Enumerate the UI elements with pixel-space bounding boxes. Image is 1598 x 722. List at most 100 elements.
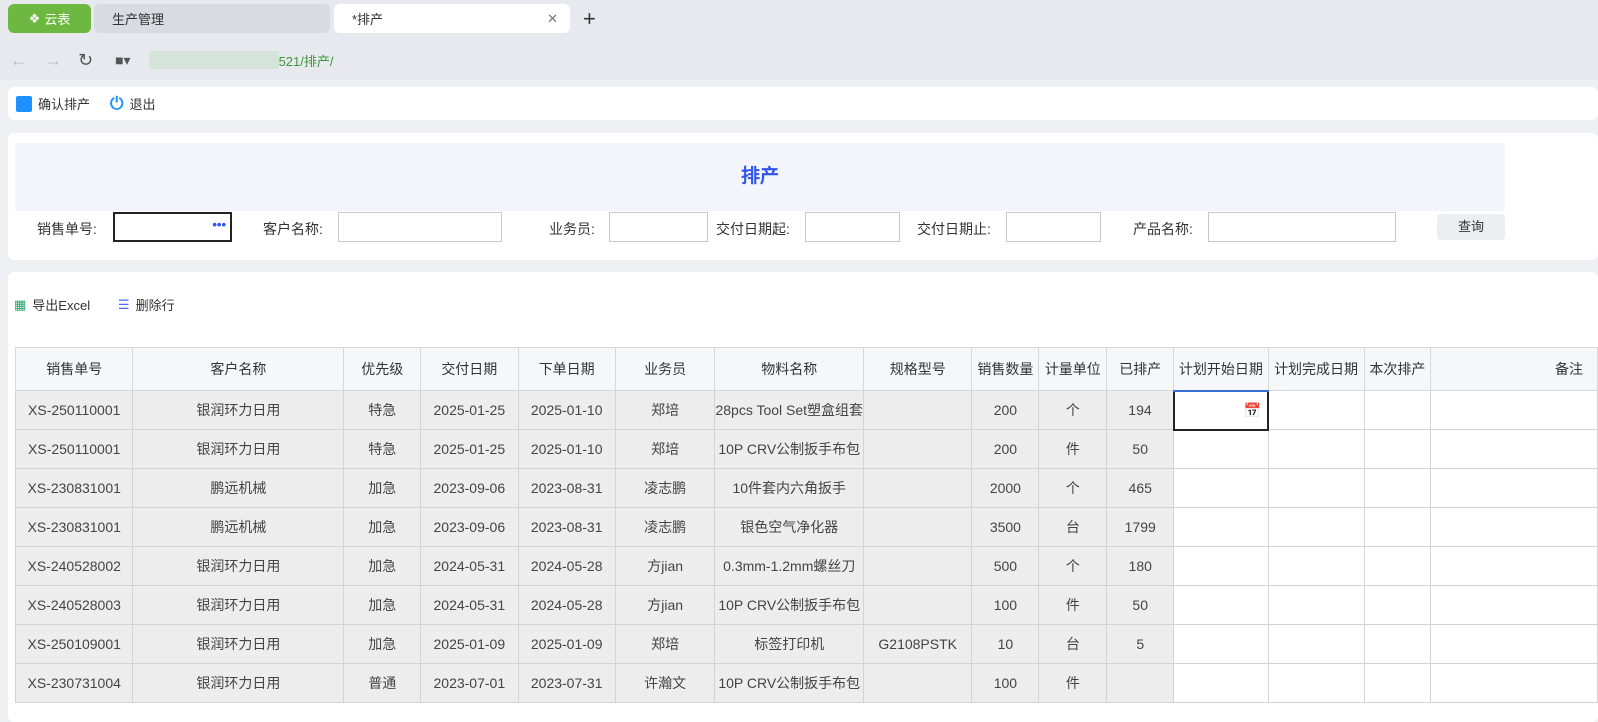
new-tab-button[interactable]: + — [583, 6, 596, 32]
column-header[interactable]: 下单日期 — [517, 347, 616, 391]
editable-cell[interactable]: 📅 — [1172, 389, 1270, 431]
editable-cell[interactable] — [1363, 663, 1432, 703]
editable-cell[interactable] — [1363, 429, 1432, 469]
calendar-icon[interactable]: 📅 — [1244, 402, 1266, 418]
table-row[interactable]: XS-230831001 鹏远机械 加急 2023-09-06 2023-08-31 凌志… — [14, 468, 1598, 508]
editable-cell[interactable] — [1363, 390, 1432, 430]
delete-row-button[interactable]: ☰ 删除行 — [118, 295, 175, 314]
editable-cell[interactable] — [1173, 468, 1269, 508]
logo-icon: ❖ — [28, 10, 41, 26]
column-header[interactable]: 业务员 — [614, 347, 716, 391]
column-header[interactable]: 交付日期 — [420, 347, 519, 391]
reload-icon[interactable]: ↻ — [78, 50, 93, 71]
editable-cell[interactable] — [1363, 624, 1432, 664]
editable-cell[interactable] — [1173, 624, 1269, 664]
editable-cell[interactable] — [1267, 390, 1365, 430]
editable-cell[interactable] — [1363, 546, 1432, 586]
query-button[interactable]: 查询 — [1437, 214, 1505, 240]
editable-cell[interactable] — [1363, 507, 1432, 547]
table-cell: 3500 — [971, 507, 1040, 547]
export-excel-button[interactable]: ▦ 导出Excel — [14, 295, 90, 314]
save-icon — [16, 95, 32, 112]
date-to-label: 交付日期止: — [917, 221, 991, 237]
column-header[interactable]: 本次排产 — [1363, 347, 1432, 391]
column-header[interactable]: 计量单位 — [1038, 347, 1108, 391]
salesman-input[interactable] — [609, 212, 708, 242]
table-cell: 10件套内六角扳手 — [714, 468, 865, 508]
table-cell: 50 — [1106, 429, 1175, 469]
table-row[interactable]: XS-240528002 银润环力日用 加急 2024-05-31 2024-05-28… — [14, 546, 1598, 586]
table-row[interactable]: XS-240528003 银润环力日用 加急 2024-05-31 2024-05-28… — [14, 585, 1598, 625]
editable-cell[interactable] — [1267, 429, 1365, 469]
table-cell: XS-250110001 — [14, 429, 134, 469]
table-row[interactable]: XS-250109001 银润环力日用 加急 2025-01-09 2025-01-09… — [14, 624, 1598, 664]
editable-cell[interactable] — [1430, 429, 1598, 469]
editable-cell[interactable] — [1267, 546, 1365, 586]
editable-cell[interactable] — [1267, 624, 1365, 664]
table-cell: 2023-09-06 — [420, 468, 519, 508]
column-header[interactable]: 优先级 — [343, 347, 422, 391]
exit-button[interactable]: ⏻ 退出 — [110, 94, 155, 114]
table-row[interactable]: XS-230731004 银润环力日用 普通 2023-07-01 2023-07-31… — [14, 663, 1598, 703]
url-text[interactable]: 521/排产/ — [279, 51, 334, 70]
editable-cell[interactable] — [1173, 507, 1269, 547]
editable-cell[interactable] — [1430, 663, 1598, 703]
tab-production[interactable]: 生产管理 — [94, 4, 330, 33]
table-cell: 加急 — [343, 624, 422, 664]
table-row[interactable]: XS-250110001 银润环力日用 特急 2025-01-25 2025-01-10… — [14, 429, 1598, 469]
column-header[interactable]: 销售单号 — [14, 347, 134, 391]
editable-cell[interactable] — [1267, 585, 1365, 625]
table-cell: 个 — [1038, 546, 1108, 586]
forward-icon[interactable]: → — [44, 50, 62, 71]
editable-cell[interactable] — [1430, 468, 1598, 508]
apps-icon[interactable]: ■▾ — [115, 52, 130, 69]
back-icon[interactable]: ← — [10, 50, 28, 71]
column-header[interactable]: 计划完成日期 — [1267, 347, 1365, 391]
column-header[interactable]: 已排产 — [1106, 347, 1175, 391]
more-icon[interactable]: ••• — [212, 217, 226, 232]
confirm-button[interactable]: 确认排产 — [16, 94, 90, 113]
table-row[interactable]: XS-250110001 银润环力日用 特急 2025-01-25 2025-01-10… — [14, 389, 1598, 431]
table-cell: 台 — [1038, 507, 1108, 547]
editable-cell[interactable] — [1173, 663, 1269, 703]
column-header[interactable]: 物料名称 — [714, 347, 865, 391]
tab-home[interactable]: ❖ 云表 — [8, 4, 91, 33]
editable-cell[interactable] — [1363, 468, 1432, 508]
editable-cell[interactable] — [1363, 585, 1432, 625]
power-icon: ⏻ — [110, 93, 124, 113]
column-header[interactable]: 备注 — [1430, 347, 1598, 391]
date-from-input[interactable] — [805, 212, 900, 242]
editable-cell[interactable] — [1430, 507, 1598, 547]
editable-cell[interactable] — [1267, 468, 1365, 508]
excel-icon: ▦ — [14, 296, 27, 312]
column-header[interactable]: 销售数量 — [971, 347, 1040, 391]
date-to-input[interactable] — [1006, 212, 1101, 242]
column-header[interactable]: 客户名称 — [132, 347, 345, 391]
close-icon[interactable]: ✕ — [547, 11, 558, 27]
editable-cell[interactable] — [1430, 585, 1598, 625]
table-cell: XS-230831001 — [14, 507, 134, 547]
column-header[interactable]: 规格型号 — [863, 347, 973, 391]
product-input[interactable] — [1208, 212, 1396, 242]
editable-cell[interactable] — [1173, 585, 1269, 625]
editable-cell[interactable] — [1173, 546, 1269, 586]
editable-cell[interactable] — [1430, 624, 1598, 664]
editable-cell[interactable] — [1430, 546, 1598, 586]
table-cell: 10 — [971, 624, 1040, 664]
customer-input[interactable] — [338, 212, 502, 242]
table-cell: 2025-01-09 — [420, 624, 519, 664]
column-header[interactable]: 计划开始日期 — [1173, 347, 1269, 392]
editable-cell[interactable] — [1267, 663, 1365, 703]
editable-cell[interactable] — [1430, 390, 1598, 430]
order-no-input[interactable]: ••• — [113, 212, 232, 242]
table-cell: 2025-01-10 — [517, 390, 616, 430]
tab-scheduling[interactable]: *排产 ✕ — [334, 4, 570, 33]
table-cell: 2024-05-28 — [517, 585, 616, 625]
editable-cell[interactable] — [1173, 429, 1269, 469]
table-cell: 银润环力日用 — [132, 546, 345, 586]
table-cell: 2024-05-28 — [517, 546, 616, 586]
table-row[interactable]: XS-230831001 鹏远机械 加急 2023-09-06 2023-08-31 凌志… — [14, 507, 1598, 547]
table-cell: 个 — [1038, 390, 1108, 430]
editable-cell[interactable] — [1267, 507, 1365, 547]
table-cell: 普通 — [343, 663, 422, 703]
